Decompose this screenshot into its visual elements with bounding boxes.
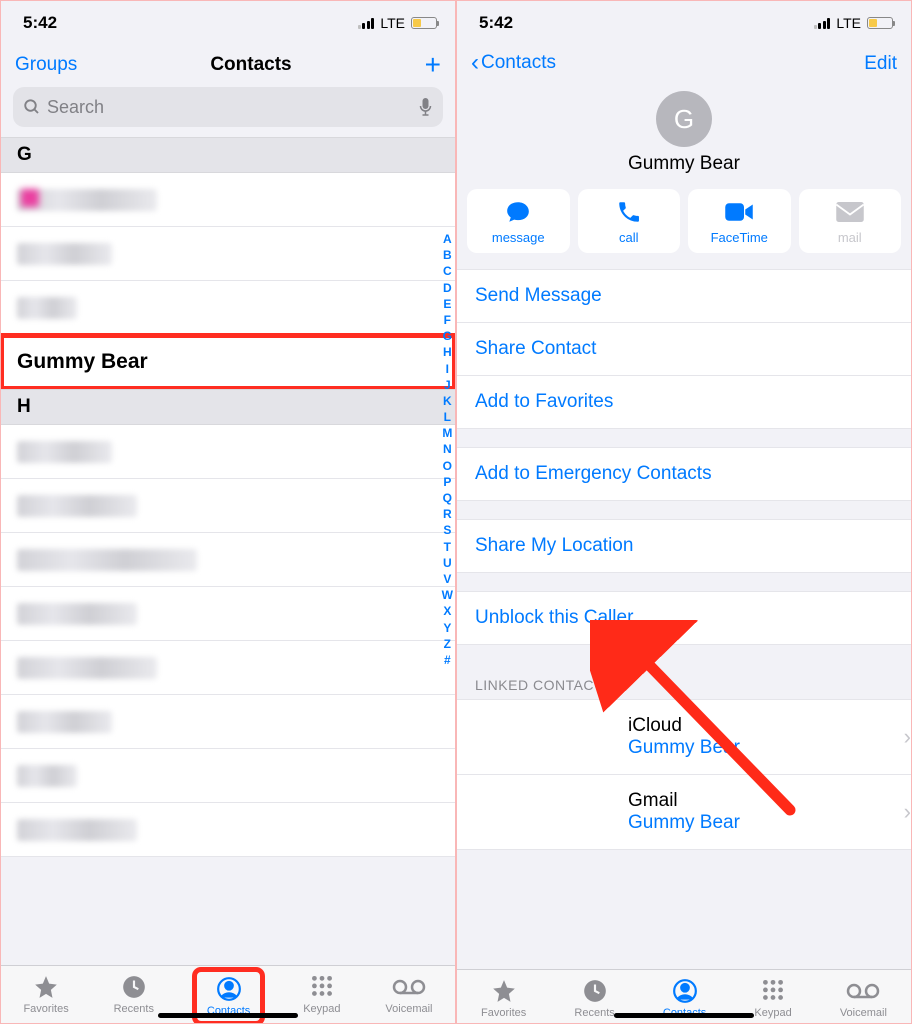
star-icon (490, 978, 518, 1004)
facetime-button[interactable]: FaceTime (688, 189, 791, 253)
contact-row[interactable] (1, 281, 455, 335)
tab-recents[interactable]: Recents (114, 974, 154, 1019)
groups-button[interactable]: Groups (15, 54, 77, 76)
video-icon (724, 199, 754, 225)
battery-icon (867, 17, 893, 29)
contact-header: G Gummy Bear (457, 83, 911, 189)
signal-icon (814, 18, 831, 29)
clock: 5:42 (479, 13, 513, 33)
contact-row[interactable] (1, 587, 455, 641)
linked-contacts-header: LINKED CONTACTS (457, 671, 911, 699)
home-indicator[interactable] (614, 1013, 754, 1018)
linked-gmail-row[interactable]: Gmail Gummy Bear › (457, 775, 911, 849)
search-input[interactable]: Search (13, 87, 443, 127)
alpha-index[interactable]: ABCDEFGHIJKLMNOPQRSTUVWXYZ# (442, 231, 453, 668)
edit-button[interactable]: Edit (864, 54, 897, 73)
chevron-left-icon: ‹ (471, 51, 479, 75)
keypad-icon (308, 974, 336, 1000)
back-button[interactable]: ‹ Contacts (471, 51, 556, 75)
tab-keypad[interactable]: Keypad (754, 978, 791, 1019)
clock-icon (581, 978, 609, 1004)
send-message-row[interactable]: Send Message (457, 270, 911, 323)
add-favorites-row[interactable]: Add to Favorites (457, 376, 911, 428)
keypad-icon (759, 978, 787, 1004)
tab-voicemail[interactable]: Voicemail (385, 974, 432, 1019)
chevron-right-icon: › (904, 799, 911, 825)
contact-row[interactable] (1, 533, 455, 587)
add-contact-button[interactable]: + (425, 51, 441, 79)
status-bar: 5:42 LTE (1, 1, 455, 45)
contact-row[interactable] (1, 749, 455, 803)
contact-row[interactable] (1, 695, 455, 749)
tab-recents[interactable]: Recents (574, 978, 614, 1019)
mail-icon (835, 199, 865, 225)
section-header-h: H (1, 389, 455, 425)
signal-icon (358, 18, 375, 29)
contact-row[interactable] (1, 227, 455, 281)
share-location-row[interactable]: Share My Location (457, 520, 911, 572)
search-icon (23, 98, 41, 116)
unblock-caller-row[interactable]: Unblock this Caller (457, 592, 911, 644)
message-button[interactable]: message (467, 189, 570, 253)
nav-bar: Groups Contacts + (1, 45, 455, 87)
voicemail-icon (392, 974, 426, 1000)
clock: 5:42 (23, 13, 57, 33)
contact-row-gummy-bear[interactable]: Gummy Bear (1, 335, 455, 389)
tab-favorites[interactable]: Favorites (23, 974, 68, 1019)
contact-name: Gummy Bear (457, 153, 911, 175)
phone-icon (616, 199, 642, 225)
message-icon (503, 199, 533, 225)
contact-row[interactable] (1, 173, 455, 227)
tab-voicemail[interactable]: Voicemail (840, 978, 887, 1019)
page-title: Contacts (210, 54, 291, 76)
contact-row[interactable] (1, 641, 455, 695)
battery-icon (411, 17, 437, 29)
search-placeholder: Search (47, 97, 412, 118)
network-label: LTE (836, 15, 861, 31)
contact-row[interactable] (1, 425, 455, 479)
linked-icloud-row[interactable]: iCloud Gummy Bear › (457, 700, 911, 775)
mail-button: mail (799, 189, 902, 253)
call-button[interactable]: call (578, 189, 681, 253)
tab-keypad[interactable]: Keypad (303, 974, 340, 1019)
contact-icon (671, 978, 699, 1004)
avatar[interactable]: G (656, 91, 712, 147)
share-contact-row[interactable]: Share Contact (457, 323, 911, 376)
chevron-right-icon: › (904, 724, 911, 750)
nav-bar: ‹ Contacts Edit (457, 45, 911, 83)
contact-row[interactable] (1, 803, 455, 857)
mic-icon[interactable] (418, 97, 433, 117)
status-bar: 5:42 LTE (457, 1, 911, 45)
star-icon (32, 974, 60, 1000)
tab-favorites[interactable]: Favorites (481, 978, 526, 1019)
contact-row[interactable] (1, 479, 455, 533)
clock-icon (120, 974, 148, 1000)
section-header-g: G (1, 137, 455, 173)
network-label: LTE (380, 15, 405, 31)
emergency-contacts-row[interactable]: Add to Emergency Contacts (457, 448, 911, 500)
contact-icon (215, 976, 243, 1002)
voicemail-icon (846, 978, 880, 1004)
home-indicator[interactable] (158, 1013, 298, 1018)
